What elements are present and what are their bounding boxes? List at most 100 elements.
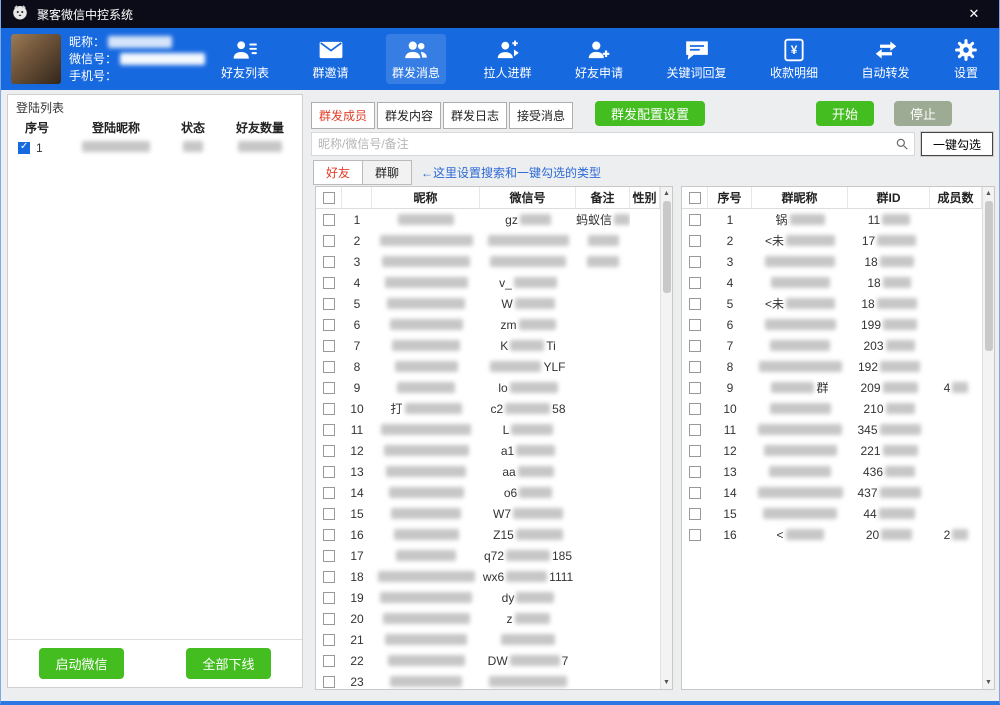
stop-button[interactable]: 停止 <box>894 101 952 126</box>
friend-row-checkbox[interactable] <box>323 529 335 541</box>
group-row-checkbox[interactable] <box>689 529 701 541</box>
friend-row-checkbox[interactable] <box>323 613 335 625</box>
subtab-groups[interactable]: 群聊 <box>362 160 412 185</box>
subtab-friends[interactable]: 好友 <box>313 160 363 185</box>
groups-select-all-checkbox[interactable] <box>689 192 701 204</box>
group-row[interactable]: 10210 <box>682 398 982 419</box>
start-button[interactable]: 开始 <box>816 101 874 126</box>
group-row[interactable]: 1锅11 <box>682 209 982 230</box>
group-row[interactable]: 9群2094 <box>682 377 982 398</box>
friend-row[interactable]: 22DW7 <box>316 650 660 671</box>
friend-row[interactable]: 21 <box>316 629 660 650</box>
tab-mass-content[interactable]: 群发内容 <box>377 102 441 129</box>
group-row[interactable]: 12221 <box>682 440 982 461</box>
friend-row[interactable]: 1gz蚂蚁信 <box>316 209 660 230</box>
friend-row-checkbox[interactable] <box>323 298 335 310</box>
nav-friend-list[interactable]: 好友列表 <box>215 34 275 84</box>
all-offline-button[interactable]: 全部下线 <box>186 648 270 679</box>
friend-row-checkbox[interactable] <box>323 571 335 583</box>
friend-row[interactable]: 18wx61111 <box>316 566 660 587</box>
friend-row-checkbox[interactable] <box>323 487 335 499</box>
friend-row[interactable]: 7KTi <box>316 335 660 356</box>
friend-row[interactable]: 16Z15 <box>316 524 660 545</box>
search-icon[interactable] <box>895 137 909 156</box>
friend-row[interactable]: 20z <box>316 608 660 629</box>
friends-scroll-track[interactable] <box>661 200 672 676</box>
friend-row-checkbox[interactable] <box>323 361 335 373</box>
friend-row-checkbox[interactable] <box>323 277 335 289</box>
close-button[interactable]: ✕ <box>959 6 989 22</box>
friend-row-checkbox[interactable] <box>323 319 335 331</box>
nav-mass-message[interactable]: 群发消息 <box>386 34 446 84</box>
start-wechat-button[interactable]: 启动微信 <box>39 648 123 679</box>
friend-row-checkbox[interactable] <box>323 235 335 247</box>
friends-select-all-checkbox[interactable] <box>323 192 335 204</box>
group-row-checkbox[interactable] <box>689 508 701 520</box>
friend-row[interactable]: 14o6 <box>316 482 660 503</box>
tab-receive-messages[interactable]: 接受消息 <box>509 102 573 129</box>
friend-row-checkbox[interactable] <box>323 445 335 457</box>
group-row[interactable]: 1544 <box>682 503 982 524</box>
friend-row-checkbox[interactable] <box>323 256 335 268</box>
friend-row-checkbox[interactable] <box>323 403 335 415</box>
friend-row-checkbox[interactable] <box>323 655 335 667</box>
mass-config-button[interactable]: 群发配置设置 <box>595 101 705 126</box>
group-row-checkbox[interactable] <box>689 466 701 478</box>
login-row-checkbox[interactable] <box>18 142 30 154</box>
group-row[interactable]: 418 <box>682 272 982 293</box>
search-input[interactable] <box>311 132 915 156</box>
nav-settings[interactable]: 设置 <box>947 34 985 84</box>
nav-group-invite[interactable]: 群邀请 <box>307 34 355 84</box>
friend-row-checkbox[interactable] <box>323 382 335 394</box>
nav-auto-forward[interactable]: 自动转发 <box>856 34 916 84</box>
groups-scroll-track[interactable] <box>983 200 994 676</box>
tab-mass-members[interactable]: 群发成员 <box>311 102 375 129</box>
friend-row[interactable]: 10打c258 <box>316 398 660 419</box>
group-row-checkbox[interactable] <box>689 445 701 457</box>
group-row[interactable]: 11345 <box>682 419 982 440</box>
friend-row-checkbox[interactable] <box>323 550 335 562</box>
group-row-checkbox[interactable] <box>689 361 701 373</box>
group-row[interactable]: 5<未18 <box>682 293 982 314</box>
group-row-checkbox[interactable] <box>689 424 701 436</box>
friend-row[interactable]: 3 <box>316 251 660 272</box>
friend-row[interactable]: 5W <box>316 293 660 314</box>
group-row-checkbox[interactable] <box>689 298 701 310</box>
group-row[interactable]: 13436 <box>682 461 982 482</box>
group-row[interactable]: 6199 <box>682 314 982 335</box>
nav-payment-detail[interactable]: ¥收款明细 <box>764 34 824 84</box>
friend-row-checkbox[interactable] <box>323 340 335 352</box>
friend-row-checkbox[interactable] <box>323 634 335 646</box>
scroll-up-icon[interactable]: ▲ <box>985 187 992 200</box>
friends-scroll-thumb[interactable] <box>663 201 671 293</box>
group-row[interactable]: 318 <box>682 251 982 272</box>
friend-row[interactable]: 4v_ <box>316 272 660 293</box>
group-row[interactable]: 7203 <box>682 335 982 356</box>
groups-scrollbar[interactable]: ▲ ▼ <box>982 187 994 689</box>
friend-row[interactable]: 8YLF <box>316 356 660 377</box>
friend-row-checkbox[interactable] <box>323 214 335 226</box>
friend-row[interactable]: 17q72185 <box>316 545 660 566</box>
friend-row[interactable]: 11L <box>316 419 660 440</box>
friend-row-checkbox[interactable] <box>323 508 335 520</box>
friend-row[interactable]: 13aa <box>316 461 660 482</box>
group-row-checkbox[interactable] <box>689 340 701 352</box>
group-row[interactable]: 2<未17 <box>682 230 982 251</box>
group-row-checkbox[interactable] <box>689 403 701 415</box>
tab-mass-log[interactable]: 群发日志 <box>443 102 507 129</box>
friend-row-checkbox[interactable] <box>323 424 335 436</box>
one-key-select-button[interactable]: 一键勾选 <box>921 132 993 156</box>
group-row-checkbox[interactable] <box>689 319 701 331</box>
group-row-checkbox[interactable] <box>689 256 701 268</box>
friend-row[interactable]: 12a1 <box>316 440 660 461</box>
friend-row-checkbox[interactable] <box>323 676 335 688</box>
friend-row[interactable]: 2 <box>316 230 660 251</box>
group-row-checkbox[interactable] <box>689 214 701 226</box>
group-row-checkbox[interactable] <box>689 487 701 499</box>
friend-row-checkbox[interactable] <box>323 466 335 478</box>
friends-scrollbar[interactable]: ▲ ▼ <box>660 187 672 689</box>
friend-row[interactable]: 15W7 <box>316 503 660 524</box>
groups-scroll-thumb[interactable] <box>985 201 993 351</box>
friend-row[interactable]: 19dy <box>316 587 660 608</box>
group-row[interactable]: 8192 <box>682 356 982 377</box>
